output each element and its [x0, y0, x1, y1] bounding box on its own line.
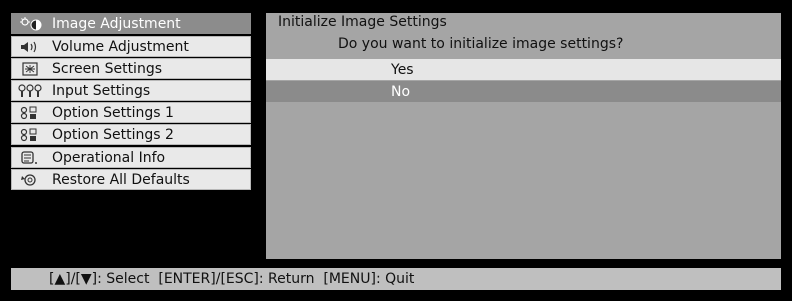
option-no[interactable]: No — [266, 81, 781, 102]
option-settings-icon — [18, 127, 44, 143]
speaker-icon — [18, 39, 44, 55]
menu-item-input-settings[interactable]: Input Settings — [11, 80, 251, 101]
screen-settings-icon — [18, 61, 44, 77]
confirm-question: Do you want to initialize image settings… — [338, 36, 624, 52]
option-label: Yes — [391, 61, 414, 78]
menu-item-option-settings-2[interactable]: Option Settings 2 — [11, 124, 251, 145]
menu-item-screen-settings[interactable]: Screen Settings — [11, 58, 251, 79]
menu-item-label: Screen Settings — [52, 60, 163, 77]
info-list-icon — [18, 150, 44, 166]
key-hint-bar: [▲]/[▼]: Select [ENTER]/[ESC]: Return [M… — [11, 268, 781, 290]
panel-title: Initialize Image Settings — [278, 14, 447, 30]
menu-item-operational-info[interactable]: Operational Info — [11, 147, 251, 168]
menu-item-volume-adjustment[interactable]: Volume Adjustment — [11, 36, 251, 57]
option-yes[interactable]: Yes — [266, 59, 781, 80]
initialize-dialog-panel: Initialize Image Settings Do you want to… — [266, 13, 781, 259]
menu-item-label: Option Settings 2 — [52, 126, 174, 143]
main-menu: Image Adjustment Volume Adjustment Scree… — [11, 13, 253, 263]
menu-item-label: Option Settings 1 — [52, 104, 174, 121]
restore-icon — [18, 172, 44, 188]
key-hint-text: [▲]/[▼]: Select [ENTER]/[ESC]: Return [M… — [49, 271, 415, 287]
option-label: No — [391, 83, 411, 100]
menu-item-label: Operational Info — [52, 149, 166, 166]
menu-item-label: Volume Adjustment — [52, 38, 189, 55]
image-adjustment-icon — [18, 16, 44, 32]
menu-item-label: Image Adjustment — [52, 15, 181, 32]
menu-item-restore-all-defaults[interactable]: Restore All Defaults — [11, 169, 251, 190]
input-settings-icon — [18, 83, 44, 99]
menu-item-image-adjustment[interactable]: Image Adjustment — [11, 13, 251, 34]
menu-item-option-settings-1[interactable]: Option Settings 1 — [11, 102, 251, 123]
menu-item-label: Input Settings — [52, 82, 151, 99]
menu-item-label: Restore All Defaults — [52, 171, 190, 188]
option-settings-icon — [18, 105, 44, 121]
